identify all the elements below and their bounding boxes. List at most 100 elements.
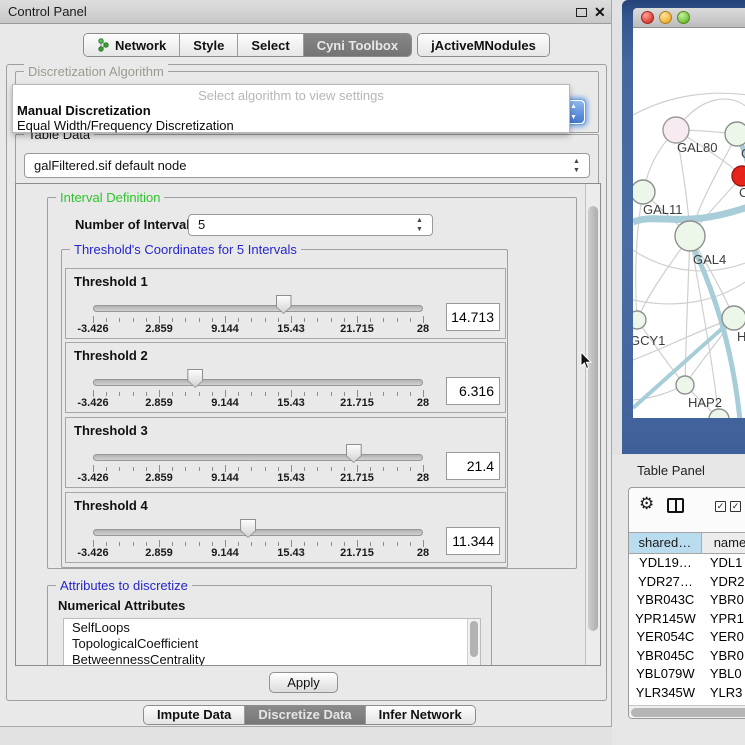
scrollbar-thumb[interactable] <box>631 708 745 717</box>
tab-label: jActiveMNodules <box>431 38 536 53</box>
tab-discretize-data[interactable]: Discretize Data <box>245 706 365 724</box>
float-window-icon[interactable] <box>576 8 587 17</box>
node-label: GAL80 <box>677 140 717 155</box>
cell-shared-name: YDR27… <box>629 573 702 592</box>
node-label: HAP2 <box>688 395 722 410</box>
zoom-traffic-light[interactable] <box>677 11 690 24</box>
cell-name: YBL0 <box>702 665 745 684</box>
scale-tick-label: 15.43 <box>277 397 305 409</box>
network-icon <box>97 38 110 52</box>
network-canvas[interactable]: GAL80GCGAL11GAL4GCY1HHAP2 <box>633 28 745 418</box>
table-data-value: galFiltered.sif default node <box>34 154 186 177</box>
numerical-attributes-list[interactable]: SelfLoopsTopologicalCoefficientBetweenne… <box>63 618 481 666</box>
close-traffic-light[interactable] <box>641 11 654 24</box>
discretization-algorithm-label: Discretization Algorithm <box>24 64 168 79</box>
minimize-traffic-light[interactable] <box>659 11 672 24</box>
cyni-toolbox-panel: Discretization Algorithm Table Data galF… <box>6 64 607 701</box>
scale-tick-label: 2.859 <box>145 472 173 484</box>
threshold-row: Threshold 2 -3.4262.8599.14415.4321.7152… <box>65 342 506 413</box>
table-horizontal-scrollbar[interactable] <box>629 705 745 718</box>
network-node[interactable] <box>709 409 729 418</box>
node-label: C <box>739 185 745 200</box>
checkbox-icon[interactable]: ✓ <box>715 501 726 512</box>
node-label: H <box>737 329 745 344</box>
tab-style[interactable]: Style <box>180 34 238 56</box>
tab-network[interactable]: Network <box>84 34 180 56</box>
threshold-value-field[interactable]: 21.4 <box>446 452 500 480</box>
threshold-slider-track[interactable] <box>93 379 423 386</box>
table-row[interactable]: YDR27…YDR2 <box>629 573 745 592</box>
cell-shared-name: YPR145W <box>629 610 702 629</box>
apply-button[interactable]: Apply <box>269 672 338 693</box>
attribute-item-betweennesscentrality[interactable]: BetweennessCentrality <box>64 651 480 666</box>
checkbox-icon[interactable]: ✓ <box>730 501 741 512</box>
table-row[interactable]: YLR345WYLR3 <box>629 684 745 703</box>
tab-select[interactable]: Select <box>238 34 303 56</box>
control-panel-titlebar: Control Panel ✕ <box>0 0 611 24</box>
tab-infer-network[interactable]: Infer Network <box>366 706 475 724</box>
scrollbar-thumb[interactable] <box>470 621 478 657</box>
threshold-slider-track[interactable] <box>93 454 423 461</box>
gear-icon[interactable]: ⚙ <box>639 494 654 514</box>
scrollbar-thumb[interactable] <box>588 206 598 631</box>
column-header-shared-name[interactable]: shared… <box>629 533 702 553</box>
panel-vertical-scrollbar[interactable] <box>585 184 600 665</box>
cell-name: YDL1 <box>702 554 745 573</box>
table-row[interactable]: YBR043CYBR0 <box>629 591 745 610</box>
table-panel-region: Table Panel ⚙ ✓ ✓ shared… name YDL19…YDL… <box>612 455 745 745</box>
network-node[interactable] <box>675 221 705 251</box>
node-table-panel: ⚙ ✓ ✓ shared… name YDL19…YDL1YDR27…YDR2Y… <box>628 487 745 719</box>
bottom-tabstrip: Impute DataDiscretize DataInfer Network <box>143 705 476 725</box>
close-icon[interactable]: ✕ <box>594 3 606 21</box>
cell-name: YDR2 <box>702 573 745 592</box>
algorithm-dropdown-popup: Select algorithm to view settings Manual… <box>12 84 570 133</box>
tab-jactivemnodules[interactable]: jActiveMNodules <box>418 34 549 56</box>
threshold-row: Threshold 4 -3.4262.8599.14415.4321.7152… <box>65 492 506 563</box>
network-node[interactable] <box>725 122 745 146</box>
combo-spinner-icon <box>416 218 425 232</box>
cell-name: YER0 <box>702 628 745 647</box>
table-row[interactable]: YBL079WYBL0 <box>629 665 745 684</box>
threshold-value-field[interactable]: 6.316 <box>446 377 500 405</box>
column-header-name[interactable]: name <box>702 533 745 553</box>
algorithm-option-equal-width-frequency-discretization[interactable]: Equal Width/Frequency Discretization <box>17 118 234 133</box>
table-row[interactable]: YDL19…YDL1 <box>629 554 745 573</box>
algorithm-option-manual-discretization[interactable]: Manual Discretization <box>17 103 151 118</box>
table-row[interactable]: YER054CYER0 <box>629 628 745 647</box>
cell-shared-name: YDL19… <box>629 554 702 573</box>
table-data-select[interactable]: galFiltered.sif default node <box>24 153 590 178</box>
attributes-scrollbar[interactable] <box>467 619 480 666</box>
threshold-value-field[interactable]: 11.344 <box>446 527 500 555</box>
top-tabstrip: NetworkStyleSelectCyni Toolbox jActiveMN… <box>83 33 550 57</box>
numerical-attributes-heading: Numerical Attributes <box>58 598 185 613</box>
threshold-label: Threshold 3 <box>74 423 148 438</box>
network-node[interactable] <box>732 166 745 186</box>
attribute-item-selfloops[interactable]: SelfLoops <box>64 619 480 635</box>
attribute-item-topologicalcoefficient[interactable]: TopologicalCoefficient <box>64 635 480 651</box>
node-label: GAL11 <box>643 202 683 217</box>
table-header-row: shared… name <box>629 532 745 554</box>
split-columns-icon[interactable] <box>667 498 684 513</box>
scale-tick-label: 28 <box>417 547 429 559</box>
network-node[interactable] <box>676 376 694 394</box>
number-of-intervals-select[interactable]: 5 <box>188 214 433 236</box>
network-node[interactable] <box>633 311 646 329</box>
thresholds-group: Threshold's Coordinates for 5 Intervals … <box>61 249 508 568</box>
settings-scroll-panel: Interval Definition Number of Intervals … <box>15 183 601 666</box>
tab-cyni-toolbox[interactable]: Cyni Toolbox <box>304 34 411 56</box>
table-row[interactable]: YBR045CYBR0 <box>629 647 745 666</box>
slider-scale-labels: -3.4262.8599.14415.4321.71528 <box>93 547 423 559</box>
scale-tick-label: 15.43 <box>277 472 305 484</box>
threshold-value-field[interactable]: 14.713 <box>446 303 500 331</box>
scale-tick-label: -3.426 <box>77 323 108 335</box>
network-node[interactable] <box>722 306 745 330</box>
threshold-slider-track[interactable] <box>93 529 423 536</box>
scale-tick-label: 21.715 <box>340 397 374 409</box>
table-row[interactable]: YPR145WYPR1 <box>629 610 745 629</box>
scale-tick-label: 15.43 <box>277 547 305 559</box>
network-node[interactable] <box>633 180 655 204</box>
combo-spinner-icon <box>573 159 582 173</box>
tab-impute-data[interactable]: Impute Data <box>144 706 245 724</box>
threshold-slider-track[interactable] <box>93 305 423 312</box>
top-tab-group: NetworkStyleSelectCyni Toolbox <box>83 33 412 57</box>
